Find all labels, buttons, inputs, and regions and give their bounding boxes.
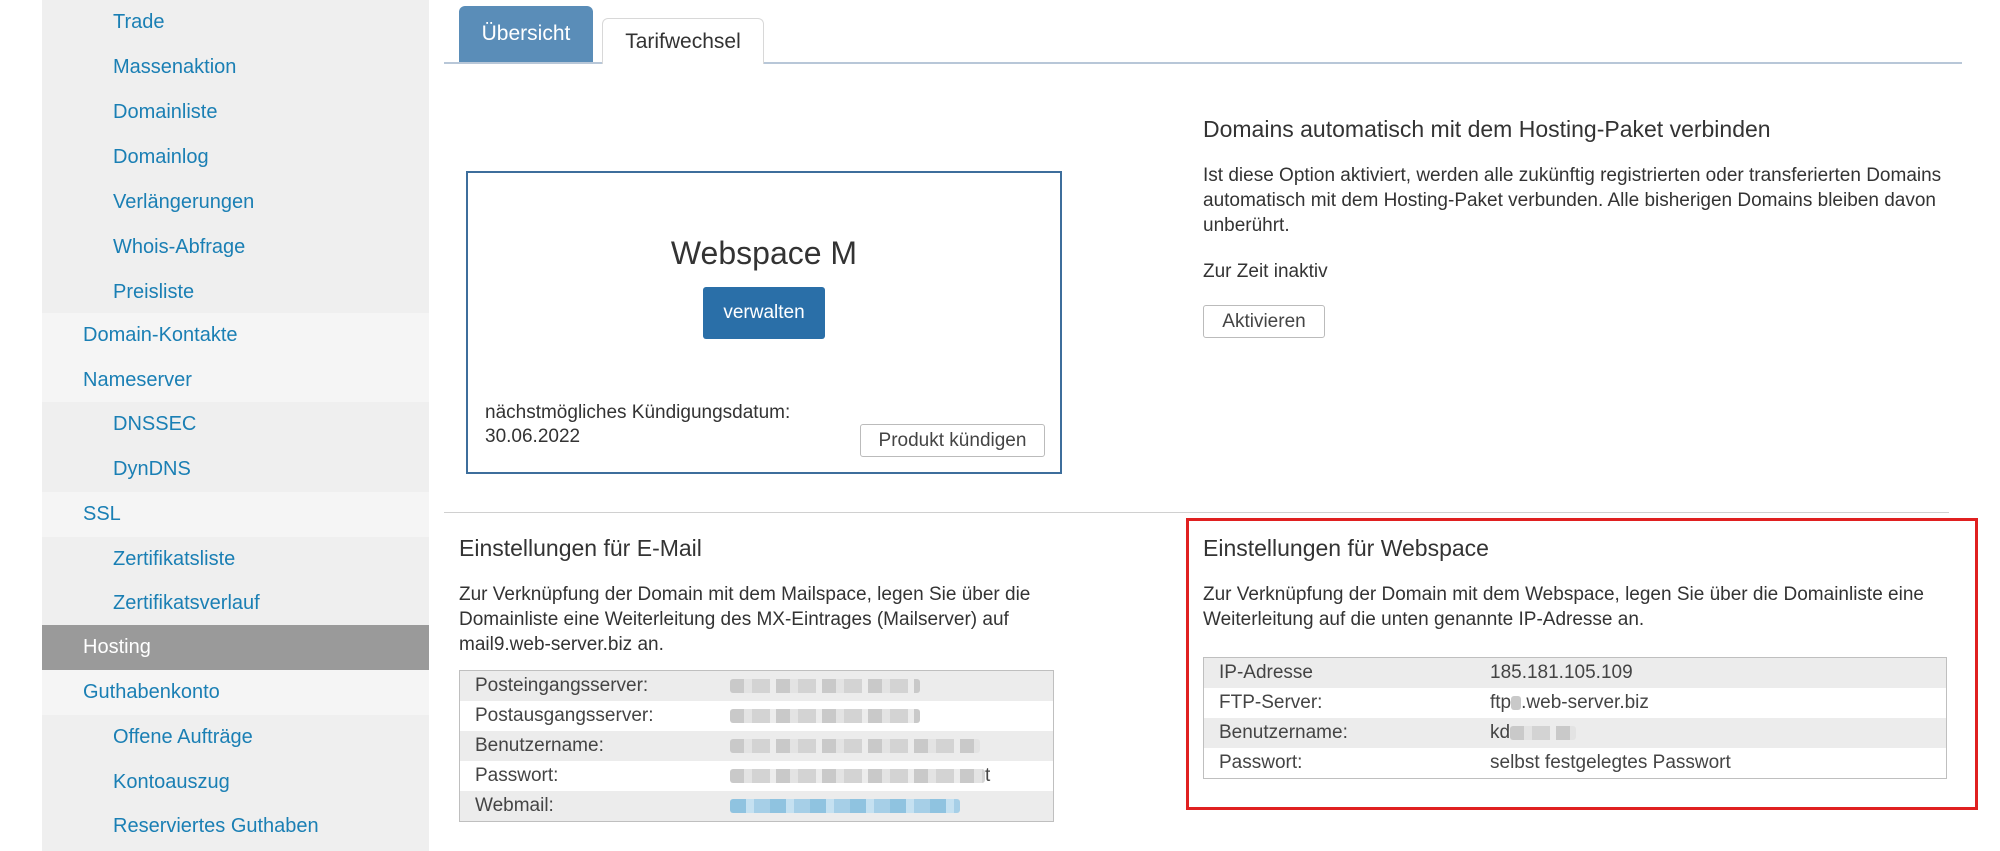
table-row: Webmail: bbox=[460, 791, 1053, 821]
email-settings-description: Zur Verknüpfung der Domain mit dem Mails… bbox=[459, 584, 1031, 655]
sidebar-item-kontoauszug[interactable]: Kontoauszug bbox=[42, 760, 429, 805]
sidebar-item-dyndns[interactable]: DynDNS bbox=[42, 447, 429, 492]
tab-tarifwechsel[interactable]: Tarifwechsel bbox=[602, 18, 764, 64]
row-key: Webmail: bbox=[475, 795, 554, 816]
auto-connect-status: Zur Zeit inaktiv bbox=[1203, 261, 1328, 282]
sidebar-item-guthabenkonto[interactable]: Guthabenkonto bbox=[42, 670, 429, 715]
cancel-date-label: nächstmögliches Kündigungsdatum: bbox=[485, 402, 791, 423]
cancel-product-button[interactable]: Produkt kündigen bbox=[860, 424, 1045, 457]
sidebar-item-hosting[interactable]: Hosting bbox=[42, 625, 429, 670]
product-card: Webspace M verwalten nächstmögliches Kün… bbox=[466, 171, 1062, 474]
redacted-value bbox=[730, 701, 920, 731]
sidebar-item-label: Kontoauszug bbox=[113, 771, 230, 793]
sidebar-item-dnssec[interactable]: DNSSEC bbox=[42, 402, 429, 447]
cancel-date-info: nächstmögliches Kündigungsdatum: 30.06.2… bbox=[485, 401, 790, 449]
sidebar-item-offene-auftraege[interactable]: Offene Aufträge bbox=[42, 715, 429, 760]
sidebar-item-label: DynDNS bbox=[113, 458, 191, 480]
sidebar-item-label: Reserviertes Guthaben bbox=[113, 815, 319, 837]
sidebar-item-label: Hosting bbox=[83, 636, 151, 658]
sidebar-item-whois-abfrage[interactable]: Whois-Abfrage bbox=[42, 225, 429, 270]
redacted-value bbox=[730, 731, 980, 761]
sidebar-item-label: Trade bbox=[113, 11, 165, 33]
sidebar-item-nameserver[interactable]: Nameserver bbox=[42, 358, 429, 403]
highlight-box bbox=[1186, 518, 1978, 810]
product-name: Webspace M bbox=[670, 235, 858, 271]
sidebar-item-domainlog[interactable]: Domainlog bbox=[42, 135, 429, 180]
row-key: Benutzername: bbox=[475, 735, 604, 756]
password-suffix: t bbox=[985, 765, 991, 786]
email-settings-title: Einstellungen für E-Mail bbox=[459, 535, 702, 561]
sidebar-item-label: Zertifikatsverlauf bbox=[113, 592, 260, 614]
section-divider bbox=[444, 512, 1949, 513]
sidebar-item-label: Domainliste bbox=[113, 101, 218, 123]
webmail-link[interactable] bbox=[730, 791, 960, 821]
sidebar-item-ssl[interactable]: SSL bbox=[42, 492, 429, 537]
table-row: Posteingangsserver: bbox=[460, 671, 1053, 701]
table-row: Postausgangsserver: bbox=[460, 701, 1053, 731]
auto-connect-title: Domains automatisch mit dem Hosting-Pake… bbox=[1203, 116, 1771, 142]
sidebar-item-label: Whois-Abfrage bbox=[113, 236, 246, 258]
tab-bar: Übersicht Tarifwechsel bbox=[444, 0, 1962, 64]
sidebar-item-preisliste[interactable]: Preisliste bbox=[42, 270, 429, 315]
sidebar-item-label: SSL bbox=[83, 503, 121, 525]
cancel-date: 30.06.2022 bbox=[485, 426, 581, 447]
email-settings-table: Posteingangsserver: Postausgangsserver: … bbox=[459, 670, 1054, 822]
row-key: Posteingangsserver: bbox=[475, 675, 649, 696]
sidebar-item-label: Verlängerungen bbox=[113, 191, 255, 213]
sidebar-item-label: Nameserver bbox=[83, 369, 192, 391]
redacted-value bbox=[730, 671, 920, 701]
sidebar-item-label: DNSSEC bbox=[113, 413, 197, 435]
sidebar-item-zertifikatsverlauf[interactable]: Zertifikatsverlauf bbox=[42, 581, 429, 626]
sidebar-item-label: Offene Aufträge bbox=[113, 726, 253, 748]
sidebar-item-verlaengerungen[interactable]: Verlängerungen bbox=[42, 180, 429, 225]
activate-button[interactable]: Aktivieren bbox=[1203, 305, 1325, 338]
sidebar-item-label: Domainlog bbox=[113, 146, 209, 168]
table-row: Benutzername: bbox=[460, 731, 1053, 761]
sidebar-item-label: Guthabenkonto bbox=[83, 681, 220, 703]
auto-connect-description: Ist diese Option aktiviert, werden alle … bbox=[1203, 165, 1942, 236]
sidebar: Trade Massenaktion Domainliste Domainlog… bbox=[42, 0, 429, 851]
sidebar-item-domain-kontakte[interactable]: Domain-Kontakte bbox=[42, 313, 429, 358]
manage-button[interactable]: verwalten bbox=[703, 287, 825, 339]
sidebar-item-domainliste[interactable]: Domainliste bbox=[42, 90, 429, 135]
redacted-value: t bbox=[730, 761, 990, 791]
sidebar-item-reserviertes-guthaben[interactable]: Reserviertes Guthaben bbox=[42, 804, 429, 849]
sidebar-item-massenaktion[interactable]: Massenaktion bbox=[42, 45, 429, 90]
row-key: Passwort: bbox=[475, 765, 559, 786]
sidebar-item-label: Zertifikatsliste bbox=[113, 548, 236, 570]
table-row: Passwort: t bbox=[460, 761, 1053, 791]
sidebar-item-label: Massenaktion bbox=[113, 56, 237, 78]
row-key: Postausgangsserver: bbox=[475, 705, 654, 726]
sidebar-item-trade[interactable]: Trade bbox=[42, 0, 429, 45]
sidebar-item-label: Domain-Kontakte bbox=[83, 324, 238, 346]
sidebar-item-zertifikatsliste[interactable]: Zertifikatsliste bbox=[42, 537, 429, 582]
sidebar-item-label: Preisliste bbox=[113, 281, 195, 303]
tab-uebersicht[interactable]: Übersicht bbox=[459, 6, 593, 62]
